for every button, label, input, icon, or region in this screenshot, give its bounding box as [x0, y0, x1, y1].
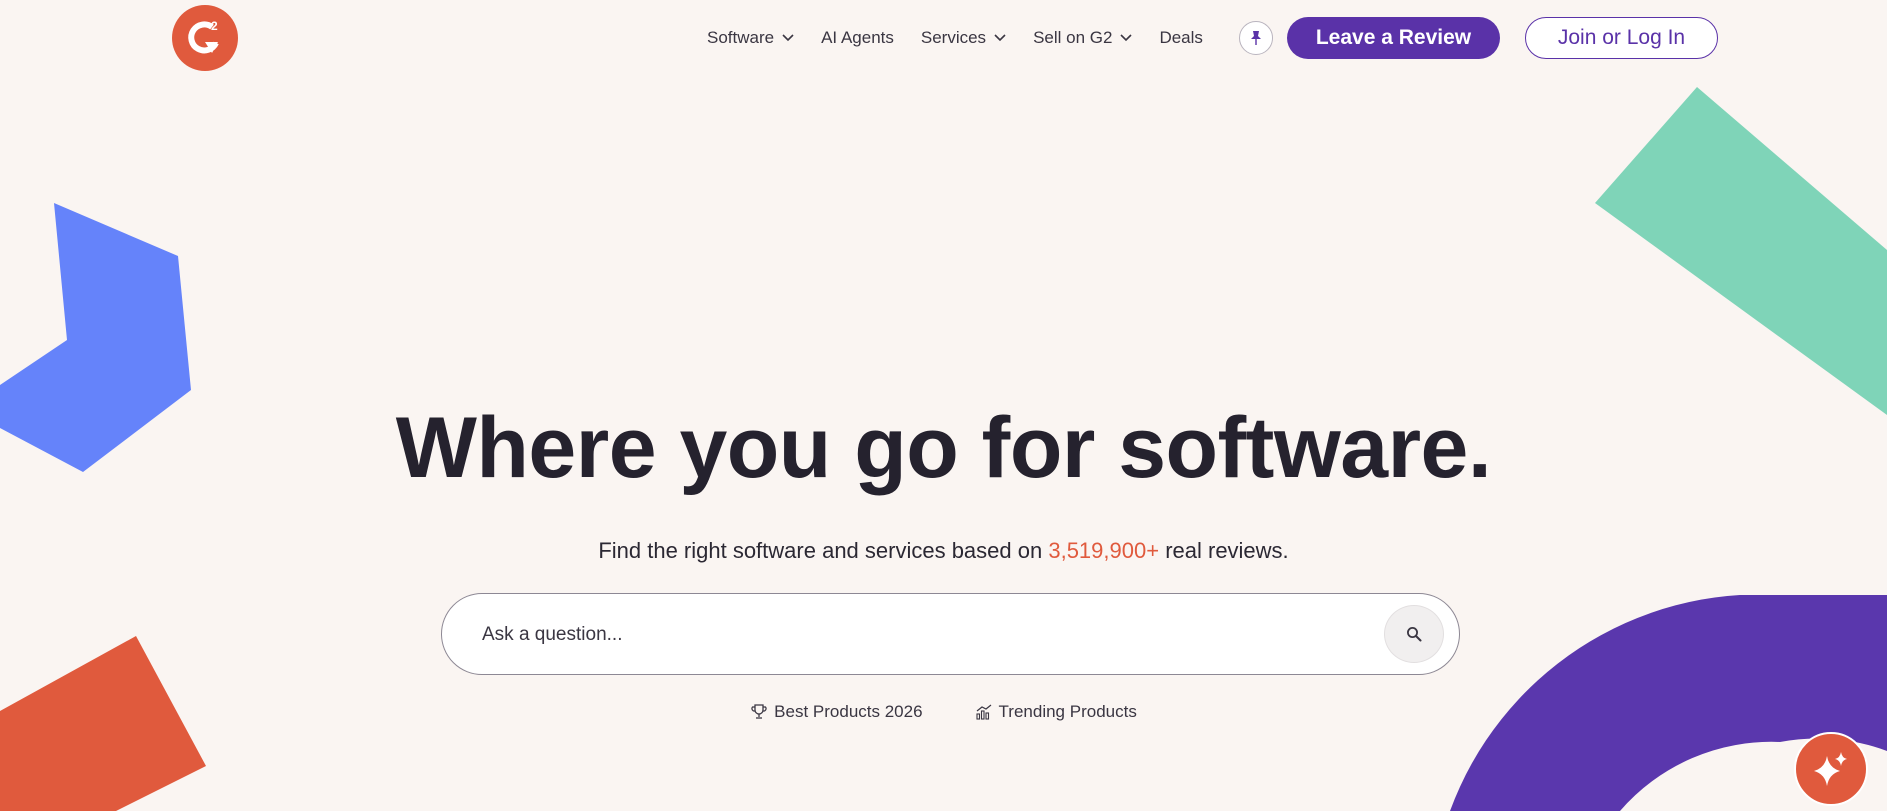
- decorative-green-shape: [1595, 87, 1887, 415]
- trophy-icon: [751, 704, 767, 719]
- search-icon: [1407, 627, 1422, 642]
- main-nav: Software AI Agents Services Sell on G2 D…: [707, 0, 1230, 76]
- page-title: Where you go for software.: [395, 400, 1492, 496]
- top-navigation: 2 Software AI Agents Services Sell on G2…: [0, 0, 1887, 76]
- pin-icon: [1251, 31, 1261, 45]
- chevron-down-icon: [1120, 34, 1133, 42]
- chevron-down-icon: [782, 34, 794, 42]
- trending-chart-icon: [975, 704, 991, 720]
- decorative-red-shape: [0, 636, 206, 811]
- nav-services-label: Services: [920, 28, 987, 47]
- ai-assistant-button[interactable]: [1794, 732, 1868, 806]
- nav-deals-label: Deals: [1159, 28, 1203, 47]
- nav-software-label: Software: [707, 28, 775, 47]
- svg-text:2: 2: [211, 19, 218, 33]
- hero-subtitle-tail: real reviews.: [1159, 538, 1289, 563]
- trending-products-link[interactable]: Trending Products: [975, 702, 1137, 722]
- search-button[interactable]: [1384, 605, 1444, 663]
- sparkle-icon: [1814, 752, 1847, 786]
- nav-software[interactable]: Software: [707, 28, 794, 48]
- review-count: 3,519,900+: [1048, 538, 1160, 563]
- pin-button[interactable]: [1239, 21, 1273, 55]
- leave-review-button[interactable]: Leave a Review: [1287, 17, 1500, 59]
- hero-subtitle: Find the right software and services bas…: [0, 536, 1887, 566]
- search-input[interactable]: [480, 614, 1364, 656]
- best-products-link[interactable]: Best Products 2026: [750, 702, 923, 722]
- best-products-label: Best Products 2026: [774, 702, 923, 721]
- chevron-down-icon: [994, 34, 1006, 42]
- nav-ai-agents[interactable]: AI Agents: [821, 28, 894, 48]
- nav-deals[interactable]: Deals: [1159, 28, 1202, 48]
- nav-ai-agents-label: AI Agents: [821, 28, 894, 47]
- g2-home-page: 2 Software AI Agents Services Sell on G2…: [0, 0, 1887, 811]
- nav-sell-label: Sell on G2: [1033, 28, 1113, 47]
- hero-subtitle-lead: Find the right software and services bas…: [598, 538, 1049, 563]
- nav-sell-on-g2[interactable]: Sell on G2: [1033, 28, 1133, 48]
- nav-services[interactable]: Services: [921, 28, 1006, 48]
- join-or-login-button[interactable]: Join or Log In: [1525, 17, 1718, 59]
- trending-products-label: Trending Products: [998, 702, 1137, 721]
- quick-links: Best Products 2026 Trending Products: [0, 702, 1887, 722]
- g2-logo-icon[interactable]: 2: [172, 5, 238, 71]
- search-bar: [441, 593, 1460, 675]
